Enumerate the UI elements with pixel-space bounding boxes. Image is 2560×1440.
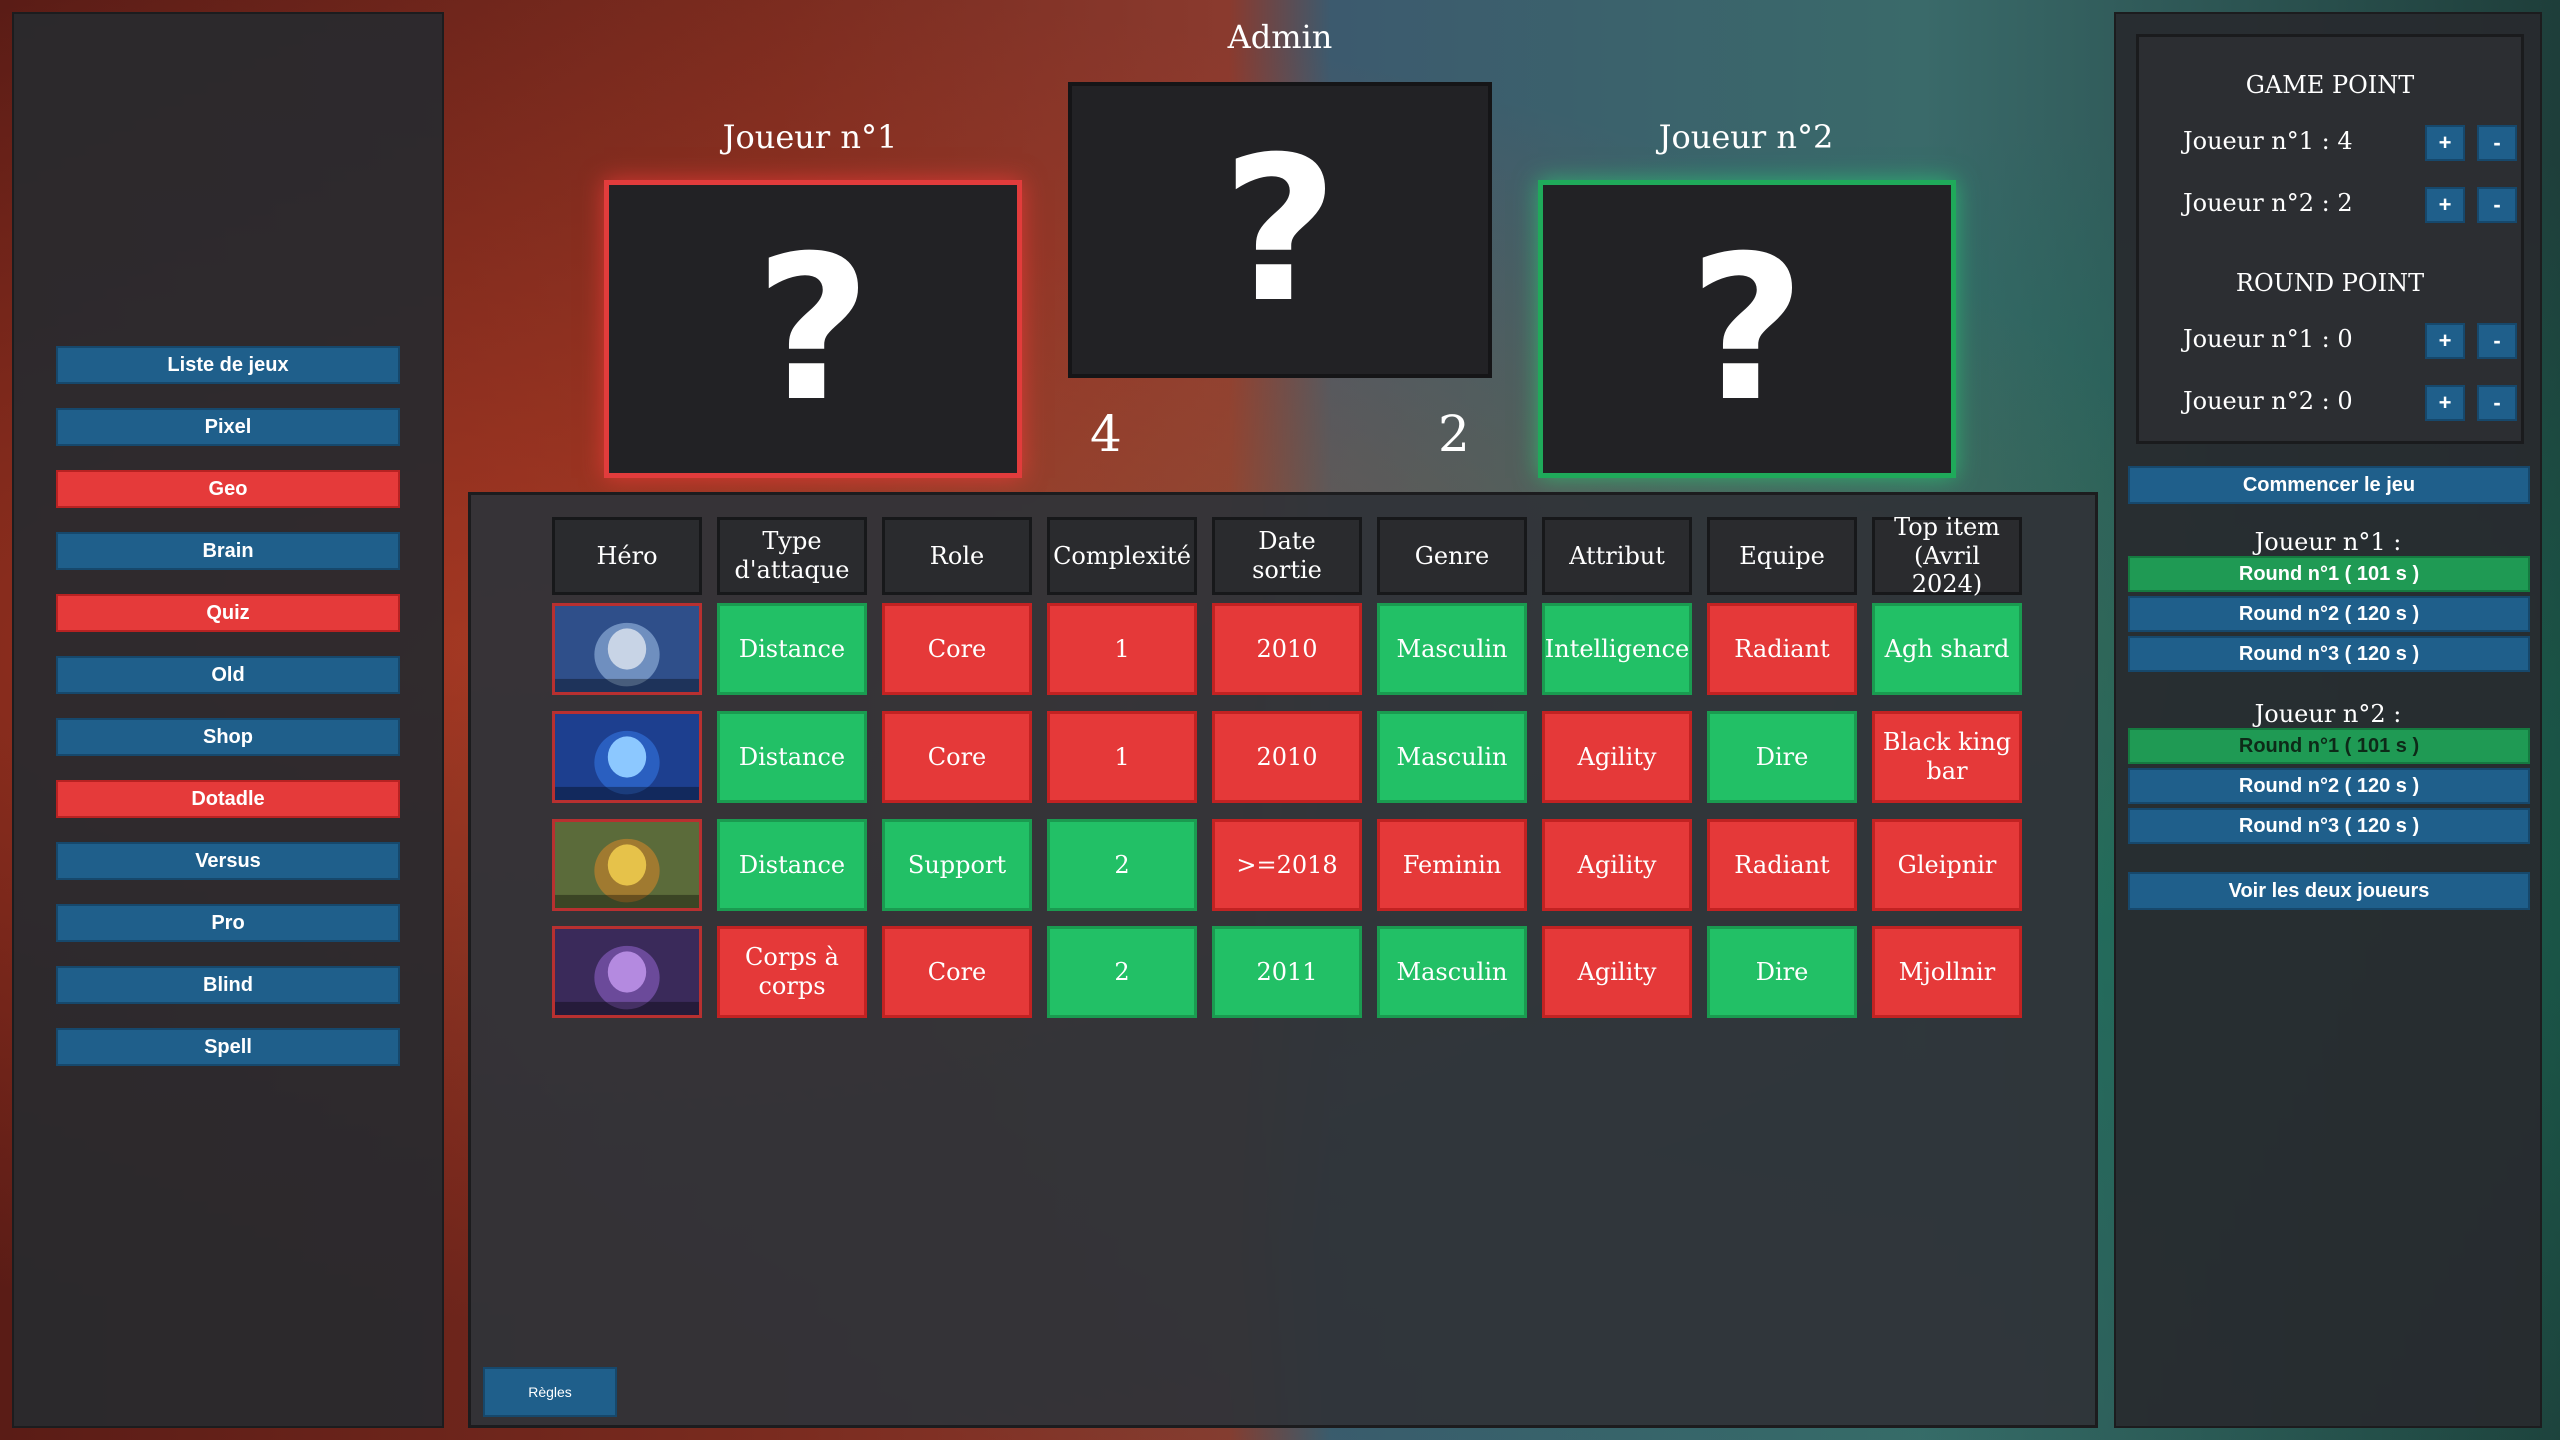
game-point-player-1-plus-button[interactable]: + [2425,125,2465,161]
player-2-name: Joueur n°2 [1658,118,1834,156]
question-mark-icon: ? [1221,113,1338,347]
table-cell: 2 [1047,819,1197,911]
player-1-score: 4 [1090,405,1122,463]
game-point-player-2: Joueur n°2 : 2 [2183,189,2353,217]
table-cell: 2 [1047,926,1197,1018]
round-point-player-2-plus-button[interactable]: + [2425,385,2465,421]
sidebar-item-pixel[interactable]: Pixel [56,408,400,446]
sidebar-item-old[interactable]: Old [56,656,400,694]
round-point-player-1-plus-button[interactable]: + [2425,323,2465,359]
sidebar-item-pro[interactable]: Pro [56,904,400,942]
rules-button[interactable]: Règles [483,1367,617,1417]
table-cell: 2010 [1212,711,1362,803]
table-cell: Masculin [1377,711,1527,803]
game-point-player-2-plus-button[interactable]: + [2425,187,2465,223]
column-header: Attribut [1542,517,1692,595]
round-point-player-1: Joueur n°1 : 0 [2183,325,2353,353]
game-point-player-1-minus-button[interactable]: - [2477,125,2517,161]
sidebar-item-blind[interactable]: Blind [56,966,400,1004]
table-cell: Core [882,711,1032,803]
table-cell: Mjollnir [1872,926,2022,1018]
round-point-player-2-minus-button[interactable]: - [2477,385,2517,421]
table-cell: Agility [1542,819,1692,911]
table-cell: 2010 [1212,603,1362,695]
player-2-score: 2 [1438,405,1470,463]
table-cell: >=2018 [1212,819,1362,911]
table-cell: Distance [717,603,867,695]
player-2-round-2-button[interactable]: Round n°2 ( 120 s ) [2128,768,2530,804]
table-cell: Masculin [1377,926,1527,1018]
round-point-player-1-minus-button[interactable]: - [2477,323,2517,359]
target-hero-card[interactable]: ? [1068,82,1492,378]
sidebar-item-spell[interactable]: Spell [56,1028,400,1066]
player-2-round-3-button[interactable]: Round n°3 ( 120 s ) [2128,808,2530,844]
sidebar-item-brain[interactable]: Brain [56,532,400,570]
column-header: Type d'attaque [717,517,867,595]
sidebar-item-dotadle[interactable]: Dotadle [56,780,400,818]
guess-board: Règles Héro Type d'attaque Role Complexité D… [468,492,2098,1428]
table-cell: 2011 [1212,926,1362,1018]
column-header: Equipe [1707,517,1857,595]
table-cell: Core [882,603,1032,695]
table-cell: Radiant [1707,603,1857,695]
player-2-round-1-button[interactable]: Round n°1 ( 101 s ) [2128,728,2530,764]
faceless-void-portrait [552,926,702,1018]
table-cell: Gleipnir [1872,819,2022,911]
game-point-player-2-minus-button[interactable]: - [2477,187,2517,223]
table-cell: Core [882,926,1032,1018]
zeus-portrait [552,603,702,695]
round-point-title: ROUND POINT [2235,269,2425,297]
player-1-hero-card[interactable]: ? [604,180,1022,478]
score-box: GAME POINT Joueur n°1 : 4 + - Joueur n°2… [2136,34,2524,444]
table-cell: Dire [1707,711,1857,803]
table-cell: Distance [717,711,867,803]
table-cell: 1 [1047,603,1197,695]
table-cell: Corps à corps [717,926,867,1018]
table-cell: 1 [1047,711,1197,803]
control-panel: GAME POINT Joueur n°1 : 4 + - Joueur n°2… [2114,12,2542,1428]
hoodwink-portrait [552,819,702,911]
razor-portrait [552,711,702,803]
table-cell: Distance [717,819,867,911]
game-point-title: GAME POINT [2245,71,2415,99]
start-game-button[interactable]: Commencer le jeu [2128,466,2530,504]
player-2-rounds-label: Joueur n°2 : [2254,700,2402,728]
table-cell: Agility [1542,926,1692,1018]
column-header: Top item (Avril 2024) [1872,513,2022,598]
question-mark-icon: ? [754,212,871,446]
sidebar-item-liste-de-jeux[interactable]: Liste de jeux [56,346,400,384]
column-header: Complexité [1047,517,1197,595]
player-1-name: Joueur n°1 [722,118,898,156]
table-cell: Radiant [1707,819,1857,911]
sidebar-item-shop[interactable]: Shop [56,718,400,756]
player-1-round-2-button[interactable]: Round n°2 ( 120 s ) [2128,596,2530,632]
player-1-round-1-button[interactable]: Round n°1 ( 101 s ) [2128,556,2530,592]
player-1-rounds-label: Joueur n°1 : [2254,528,2402,556]
game-point-player-1: Joueur n°1 : 4 [2183,127,2353,155]
table-cell: Masculin [1377,603,1527,695]
sidebar-item-geo[interactable]: Geo [56,470,400,508]
sidebar-item-versus[interactable]: Versus [56,842,400,880]
sidebar-item-quiz[interactable]: Quiz [56,594,400,632]
column-header: Genre [1377,517,1527,595]
table-cell: Support [882,819,1032,911]
view-both-players-button[interactable]: Voir les deux joueurs [2128,872,2530,910]
round-point-player-2: Joueur n°2 : 0 [2183,387,2353,415]
player-1-round-3-button[interactable]: Round n°3 ( 120 s ) [2128,636,2530,672]
column-header: Date sortie [1212,517,1362,595]
player-2-hero-card[interactable]: ? [1538,180,1956,478]
question-mark-icon: ? [1688,212,1805,446]
table-cell: Black king bar [1872,711,2022,803]
page-title: Admin [1227,18,1333,56]
game-list-sidebar: Liste de jeux Pixel Geo Brain Quiz Old Shop Dot… [12,12,444,1428]
table-cell: Feminin [1377,819,1527,911]
table-cell: Intelligence [1542,603,1692,695]
table-cell: Agility [1542,711,1692,803]
column-header: Héro [552,517,702,595]
column-header: Role [882,517,1032,595]
table-cell: Dire [1707,926,1857,1018]
table-cell: Agh shard [1872,603,2022,695]
